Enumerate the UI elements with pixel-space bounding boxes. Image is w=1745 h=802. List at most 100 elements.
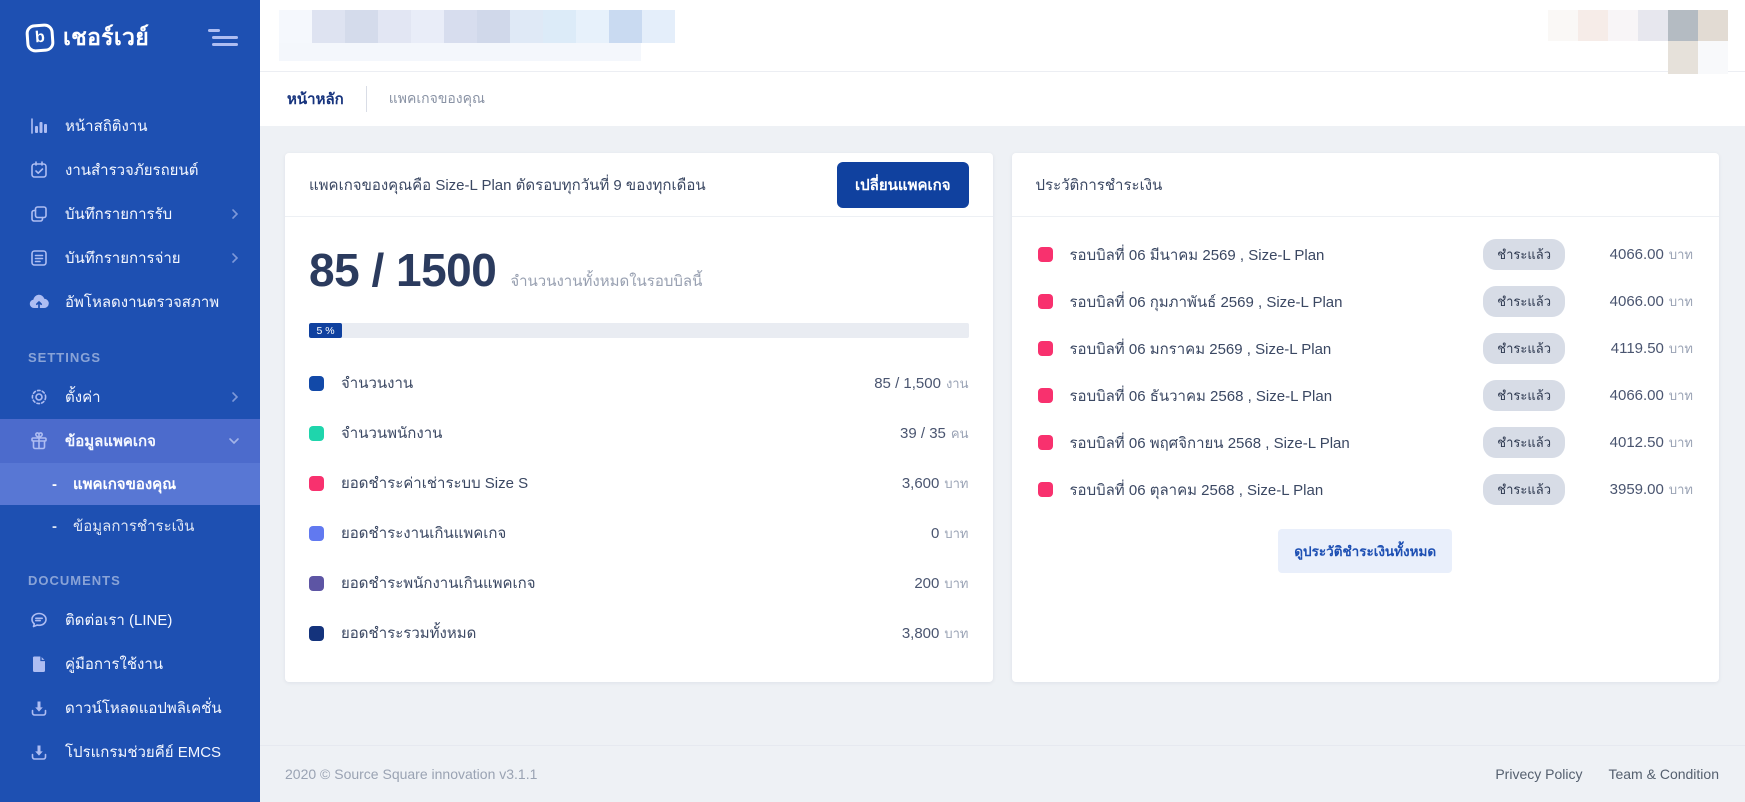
payment-title: รอบบิลที่ 06 ตุลาคม 2568 , Size-L Plan [1070, 478, 1484, 502]
sidebar-item-label: ดาวน์โหลดแอปพลิเคชั่น [65, 696, 240, 720]
payment-amount: 4066.00บาท [1581, 385, 1693, 406]
dash-bullet: - [52, 518, 57, 535]
legend-unit: บาท [944, 523, 968, 544]
legend-label: จำนวนงาน [341, 371, 874, 395]
app-window: b เชอร์เวย์ หน้าสถิติงาน งานสำรวจภัยรถยน… [0, 0, 1745, 802]
payment-bullet [1038, 247, 1053, 262]
status-badge: ชำระแล้ว [1483, 239, 1565, 270]
legend-unit: บาท [944, 473, 968, 494]
section-label-documents: DOCUMENTS [0, 547, 260, 598]
gift-icon [28, 431, 50, 451]
document-icon [28, 654, 50, 674]
payment-amount: 4012.50บาท [1581, 432, 1693, 453]
usage-card-title: แพคเกจของคุณคือ Size-L Plan ตัดรอบทุกวัน… [309, 173, 706, 197]
sidebar-item-settings[interactable]: ตั้งค่า [0, 375, 260, 419]
redacted-user-info [279, 10, 675, 43]
sidebar-item-label: บันทึกรายการจ่าย [65, 246, 230, 270]
redacted-profile [1548, 10, 1728, 41]
legend-row: ยอดชำระรวมทั้งหมด 3,800 บาท [309, 608, 969, 658]
legend-value: 0 [931, 525, 939, 542]
status-badge: ชำระแล้ว [1483, 333, 1565, 364]
legend-value: 3,600 [902, 475, 940, 492]
chat-icon [28, 610, 50, 630]
legend-color-swatch [309, 626, 324, 641]
copy-icon [28, 204, 50, 224]
payment-row: รอบบิลที่ 06 มกราคม 2569 , Size-L Plan ช… [1038, 325, 1694, 372]
usage-card-body: 85 / 1500 จำนวนงานทั้งหมดในรอบบิลนี้ 5 %… [285, 217, 993, 682]
legend-value: 39 / 35 [900, 425, 946, 442]
status-badge: ชำระแล้ว [1483, 286, 1565, 317]
redacted-profile-lower [1668, 41, 1728, 74]
status-badge: ชำระแล้ว [1483, 427, 1565, 458]
legend-label: ยอดชำระรวมทั้งหมด [341, 621, 902, 645]
payment-bullet [1038, 435, 1053, 450]
payment-title: รอบบิลที่ 06 พฤศจิกายน 2568 , Size-L Pla… [1070, 431, 1484, 455]
payment-card-title: ประวัติการชำระเงิน [1036, 173, 1163, 197]
sidebar-item-label: ตั้งค่า [65, 385, 230, 409]
legend-color-swatch [309, 376, 324, 391]
privacy-policy-link[interactable]: Privecy Policy [1495, 766, 1582, 782]
menu-toggle-icon[interactable] [208, 27, 238, 49]
sidebar-item-label: อัพโหลดงานตรวจสภาพ [65, 290, 240, 314]
gear-icon [28, 387, 50, 407]
sidebar-item-expense-records[interactable]: บันทึกรายการจ่าย [0, 236, 260, 280]
terms-link[interactable]: Team & Condition [1608, 766, 1719, 782]
payment-history-card: ประวัติการชำระเงิน รอบบิลที่ 06 มีนาคม 2… [1012, 153, 1720, 682]
sidebar-item-upload-inspection[interactable]: อัพโหลดงานตรวจสภาพ [0, 280, 260, 324]
app-logo-text[interactable]: เชอร์เวย์ [63, 20, 208, 56]
payment-row: รอบบิลที่ 06 มีนาคม 2569 , Size-L Plan ช… [1038, 231, 1694, 278]
sidebar-item-contact-line[interactable]: ติดต่อเรา (LINE) [0, 598, 260, 642]
section-label-settings: SETTINGS [0, 324, 260, 375]
chevron-right-icon [230, 252, 240, 264]
sidebar-subitem-your-package[interactable]: - แพคเกจของคุณ [0, 463, 260, 505]
package-usage-card: แพคเกจของคุณคือ Size-L Plan ตัดรอบทุกวัน… [285, 153, 993, 682]
legend-unit: บาท [944, 573, 968, 594]
payment-amount: 4066.00บาท [1581, 291, 1693, 312]
sidebar-item-label: ข้อมูลแพคเกจ [65, 429, 228, 453]
redacted-strip [279, 43, 641, 61]
usage-big-value: 85 / 1500 [309, 243, 496, 297]
sidebar-subitem-payment-info[interactable]: - ข้อมูลการชำระเงิน [0, 505, 260, 547]
payment-row: รอบบิลที่ 06 ตุลาคม 2568 , Size-L Plan ช… [1038, 466, 1694, 513]
sidebar-item-label: โปรแกรมช่วยคีย์ EMCS [65, 740, 240, 764]
sidebar-item-emcs-helper[interactable]: โปรแกรมช่วยคีย์ EMCS [0, 730, 260, 774]
sidebar-item-income-records[interactable]: บันทึกรายการรับ [0, 192, 260, 236]
payment-row: รอบบิลที่ 06 กุมภาพันธ์ 2569 , Size-L Pl… [1038, 278, 1694, 325]
payment-row: รอบบิลที่ 06 ธันวาคม 2568 , Size-L Plan … [1038, 372, 1694, 419]
usage-progress-bar: 5 % [309, 323, 969, 338]
sidebar-item-label: หน้าสถิติงาน [65, 114, 240, 138]
cloud-upload-icon [28, 292, 50, 312]
legend-row: จำนวนพนักงาน 39 / 35 คน [309, 408, 969, 458]
sidebar: b เชอร์เวย์ หน้าสถิติงาน งานสำรวจภัยรถยน… [0, 0, 260, 802]
top-header [260, 0, 1745, 72]
status-badge: ชำระแล้ว [1483, 474, 1565, 505]
legend-color-swatch [309, 526, 324, 541]
payment-amount: 4066.00บาท [1581, 244, 1693, 265]
sidebar-item-stats[interactable]: หน้าสถิติงาน [0, 104, 260, 148]
sidebar-item-label: คู่มือการใช้งาน [65, 652, 240, 676]
sidebar-item-package-info[interactable]: ข้อมูลแพคเกจ [0, 419, 260, 463]
sidebar-subitem-label: ข้อมูลการชำระเงิน [73, 514, 194, 538]
status-badge: ชำระแล้ว [1483, 380, 1565, 411]
view-all-payments-button[interactable]: ดูประวัติชำระเงินทั้งหมด [1278, 529, 1452, 573]
sidebar-item-label: ติดต่อเรา (LINE) [65, 608, 240, 632]
sidebar-item-user-manual[interactable]: คู่มือการใช้งาน [0, 642, 260, 686]
payment-title: รอบบิลที่ 06 มกราคม 2569 , Size-L Plan [1070, 337, 1484, 361]
payment-bullet [1038, 388, 1053, 403]
breadcrumb-home-link[interactable]: หน้าหลัก [287, 87, 344, 111]
usage-big-label: จำนวนงานทั้งหมดในรอบบิลนี้ [510, 269, 702, 293]
legend-color-swatch [309, 576, 324, 591]
legend-row: ยอดชำระงานเกินแพคเกจ 0 บาท [309, 508, 969, 558]
usage-progress-fill: 5 % [309, 323, 342, 338]
legend-label: ยอดชำระพนักงานเกินแพคเกจ [341, 571, 914, 595]
payment-card-header: ประวัติการชำระเงิน [1012, 153, 1720, 217]
sidebar-nav: หน้าสถิติงาน งานสำรวจภัยรถยนต์ บันทึกราย… [0, 104, 260, 774]
payment-title: รอบบิลที่ 06 มีนาคม 2569 , Size-L Plan [1070, 243, 1484, 267]
main-area: หน้าหลัก แพคเกจของคุณ แพคเกจของคุณคือ Si… [260, 0, 1745, 802]
sidebar-item-car-survey[interactable]: งานสำรวจภัยรถยนต์ [0, 148, 260, 192]
sidebar-item-download-app[interactable]: ดาวน์โหลดแอปพลิเคชั่น [0, 686, 260, 730]
list-icon [28, 248, 50, 268]
bar-chart-icon [28, 116, 50, 136]
change-package-button[interactable]: เปลี่ยนแพคเกจ [837, 162, 968, 208]
sidebar-subitem-label: แพคเกจของคุณ [73, 472, 176, 496]
